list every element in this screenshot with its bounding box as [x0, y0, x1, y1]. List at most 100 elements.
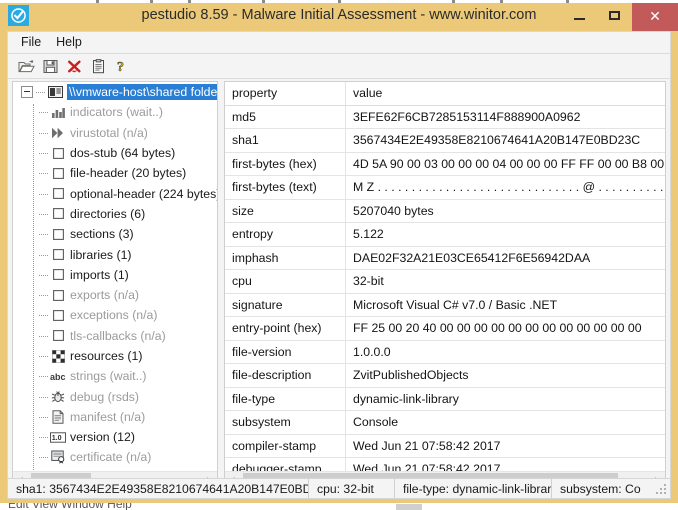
- table-row[interactable]: size 5207040 bytes: [225, 199, 665, 223]
- title-bar[interactable]: pestudio 8.59 - Malware Initial Assessme…: [0, 0, 678, 31]
- tool-bar: ?: [8, 54, 670, 79]
- tree-item-libraries[interactable]: libraries (1): [13, 244, 217, 264]
- square-icon: [50, 288, 66, 303]
- tree-item-label: virustotal (n/a): [70, 125, 148, 140]
- clipboard-icon[interactable]: [87, 56, 109, 77]
- table-row[interactable]: debugger-stamp Wed Jun 21 07:58:42 2017: [225, 458, 665, 471]
- open-folder-icon[interactable]: [15, 56, 37, 77]
- tree-item-virustotal[interactable]: virustotal (n/a): [13, 123, 217, 143]
- cell-value: Console: [353, 415, 399, 430]
- tree-item-root[interactable]: \\vmware-host\shared folders: [13, 82, 217, 102]
- table-row[interactable]: compiler-stamp Wed Jun 21 07:58:42 2017: [225, 434, 665, 458]
- abc-icon: abc: [50, 369, 66, 384]
- table-header-row: property value: [225, 82, 665, 106]
- tree-pane: \\vmware-host\shared folders indicators …: [12, 81, 218, 489]
- cell-property: first-bytes (hex): [225, 152, 346, 175]
- menu-help[interactable]: Help: [50, 33, 91, 52]
- square-icon: [50, 166, 66, 181]
- minimize-button[interactable]: [562, 0, 597, 31]
- status-bar: sha1: 3567434E2E49358E8210674641A20B147E…: [7, 478, 671, 499]
- client-area: File Help ? \\vmware-host\shared folders…: [7, 31, 671, 497]
- table-row[interactable]: entropy 5.122: [225, 223, 665, 247]
- cell-property: file-type: [225, 387, 346, 410]
- square-icon: [50, 146, 66, 161]
- tree-item-dos-stub[interactable]: dos-stub (64 bytes): [13, 143, 217, 163]
- tree-item-label: strings (wait..): [70, 369, 147, 384]
- tree-item-manifest[interactable]: manifest (n/a): [13, 407, 217, 427]
- table-row[interactable]: signature Microsoft Visual C# v7.0 / Basi…: [225, 293, 665, 317]
- tree-item-label: certificate (n/a): [70, 450, 152, 465]
- menu-file[interactable]: File: [15, 33, 50, 52]
- table-row[interactable]: cpu 32-bit: [225, 270, 665, 294]
- tree-item-label: version (12): [70, 430, 135, 445]
- table-row[interactable]: first-bytes (text) M Z . . . . . . . . . …: [225, 176, 665, 200]
- tree-item-label: directories (6): [70, 206, 146, 221]
- cell-value: 32-bit: [353, 274, 384, 289]
- tree-item-label: tls-callbacks (n/a): [70, 328, 166, 343]
- tree-item-certificate[interactable]: certificate (n/a): [13, 447, 217, 467]
- pestudio-window: pestudio 8.59 - Malware Initial Assessme…: [0, 0, 678, 510]
- table-row[interactable]: subsystem Console: [225, 411, 665, 435]
- tree-item-sections[interactable]: sections (3): [13, 224, 217, 244]
- tree-children: indicators (wait..) virustotal (n/a) dos-s…: [13, 102, 217, 471]
- table-row[interactable]: file-version 1.0.0.0: [225, 340, 665, 364]
- checker-grid-icon: [50, 349, 66, 364]
- table-row[interactable]: file-type dynamic-link-library: [225, 387, 665, 411]
- save-disk-icon[interactable]: [39, 56, 61, 77]
- tree-item-indicators[interactable]: indicators (wait..): [13, 102, 217, 122]
- tree-item-strings[interactable]: abc strings (wait..): [13, 366, 217, 386]
- cell-property: debugger-stamp: [225, 458, 346, 471]
- table-row[interactable]: imphash DAE02F32A21E03CE65412F6E56942DAA: [225, 246, 665, 270]
- cell-property: first-bytes (text): [225, 176, 346, 199]
- tree-item-label: imports (1): [70, 267, 129, 282]
- column-header-value[interactable]: value: [346, 82, 665, 105]
- tree-item-debug[interactable]: debug (rsds): [13, 386, 217, 406]
- tree-item-resources[interactable]: resources (1): [13, 346, 217, 366]
- cell-property: file-version: [225, 340, 346, 363]
- table-row[interactable]: sha1 3567434E2E49358E8210674641A20B147E0B…: [225, 129, 665, 153]
- tree-item-imports[interactable]: imports (1): [13, 265, 217, 285]
- tree-item-version[interactable]: 1.0 version (12): [13, 427, 217, 447]
- maximize-icon: [609, 11, 620, 20]
- bug-icon: [50, 389, 66, 404]
- tree-item-exceptions[interactable]: exceptions (n/a): [13, 305, 217, 325]
- table-row[interactable]: file-description ZvitPublishedObjects: [225, 364, 665, 388]
- property-table: property value md5 3EFE62F6CB7285153114F8…: [225, 82, 665, 471]
- cell-property: entropy: [225, 223, 346, 246]
- cell-property: file-description: [225, 364, 346, 387]
- tree-item-directories[interactable]: directories (6): [13, 204, 217, 224]
- column-header-property[interactable]: property: [225, 82, 346, 105]
- desktop-bottom-sliver: Edit View Window Help: [0, 503, 678, 510]
- cell-property: subsystem: [225, 411, 346, 434]
- property-table-pane: property value md5 3EFE62F6CB7285153114F8…: [224, 81, 666, 489]
- tree-item-tls-callbacks[interactable]: tls-callbacks (n/a): [13, 326, 217, 346]
- close-button[interactable]: ✕: [632, 0, 678, 31]
- cell-value: FF 25 00 20 40 00 00 00 00 00 00 00 00 0…: [353, 321, 642, 336]
- help-question-icon[interactable]: ?: [111, 56, 133, 77]
- tree-item-file-header[interactable]: file-header (20 bytes): [13, 163, 217, 183]
- table-row[interactable]: entry-point (hex) FF 25 00 20 40 00 00 00…: [225, 317, 665, 341]
- status-segment: sha1: 3567434E2E49358E8210674641A20B147E…: [8, 479, 309, 498]
- square-icon: [50, 328, 66, 343]
- tree-item-exports[interactable]: exports (n/a): [13, 285, 217, 305]
- cell-value: 3567434E2E49358E8210674641A20B147E0BD23C: [353, 133, 641, 148]
- table-row[interactable]: first-bytes (hex) 4D 5A 90 00 03 00 00 00…: [225, 152, 665, 176]
- cell-value: 5.122: [353, 227, 384, 242]
- cell-value: Wed Jun 21 07:58:42 2017: [353, 462, 501, 471]
- maximize-button[interactable]: [597, 0, 632, 31]
- bar-chart-icon: [50, 105, 66, 120]
- tree-item-label: optional-header (224 bytes): [70, 186, 217, 201]
- expander-collapse-icon[interactable]: [21, 86, 33, 99]
- tree-item-label: indicators (wait..): [70, 105, 163, 120]
- close-red-x-icon[interactable]: [63, 56, 85, 77]
- desktop-top-sliver: [0, 0, 678, 3]
- double-arrow-icon: [50, 125, 66, 140]
- svg-text:1.0: 1.0: [52, 434, 62, 442]
- cell-property: entry-point (hex): [225, 317, 346, 340]
- square-icon: [50, 247, 66, 262]
- cell-value: Wed Jun 21 07:58:42 2017: [353, 438, 501, 453]
- tree-item-optional-header[interactable]: optional-header (224 bytes): [13, 183, 217, 203]
- table-row[interactable]: md5 3EFE62F6CB7285153114F888900A0962: [225, 105, 665, 129]
- tree-item-label: resources (1): [70, 349, 143, 363]
- resize-grip-icon[interactable]: [656, 484, 667, 495]
